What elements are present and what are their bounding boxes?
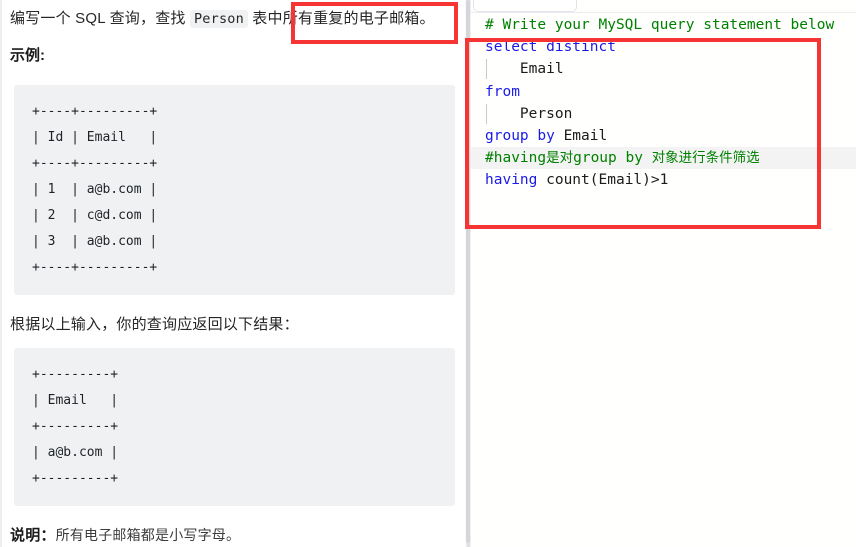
code-token: # Write your MySQL query statement below <box>485 17 835 33</box>
problem-description-pane[interactable]: 编写一个 SQL 查询，查找 Person 表中所有重复的电子邮箱。 示例: +… <box>0 0 465 547</box>
code-token: count(Email)>1 <box>537 172 669 189</box>
code-editor-lines[interactable]: # Write your MySQL query statement below… <box>471 14 856 547</box>
code-token: 是对 <box>546 150 574 167</box>
problem-statement-suffix: 表中所有重复的电子邮箱。 <box>247 10 435 27</box>
code-token: Email <box>485 61 564 78</box>
example-output-table: +---------+ | Email | +---------+ | a@b.… <box>14 348 455 506</box>
editor-top-divider <box>471 12 856 13</box>
example-heading: 示例: <box>10 47 45 64</box>
line-having[interactable]: having count(Email)>1 <box>471 169 856 191</box>
scrollbar-thumb[interactable] <box>466 0 470 543</box>
code-token: group by <box>573 150 652 167</box>
line-comment-having[interactable]: #having是对group by 对象进行条件筛选 <box>471 147 856 170</box>
code-token: 对象进行条件筛选 <box>651 150 760 167</box>
line-email-col[interactable]: Email <box>471 58 856 80</box>
line-comment-header[interactable]: # Write your MySQL query statement below <box>471 14 856 36</box>
expected-result-lead: 根据以上输入，你的查询应返回以下结果： <box>10 316 299 333</box>
code-token: having <box>485 172 538 189</box>
code-token: group by <box>485 127 555 144</box>
code-token: from <box>485 83 520 100</box>
code-token: select distinct <box>485 39 616 56</box>
indent-guide <box>486 103 487 124</box>
line-select-distinct[interactable]: select distinct <box>471 36 856 58</box>
app-root: 编写一个 SQL 查询，查找 Person 表中所有重复的电子邮箱。 示例: +… <box>0 0 856 547</box>
line-group-by[interactable]: group by Email <box>471 125 856 147</box>
example-input-table: +----+---------+ | Id | Email | +----+--… <box>14 85 455 295</box>
problem-statement: 编写一个 SQL 查询，查找 Person 表中所有重复的电子邮箱。 <box>10 2 435 32</box>
indent-guide <box>486 59 487 80</box>
problem-statement-prefix: 编写一个 SQL 查询，查找 <box>10 10 190 27</box>
line-person-table[interactable]: Person <box>471 103 856 125</box>
editor-tab[interactable] <box>473 0 577 12</box>
problem-note: 说明：所有电子邮箱都是小写字母。 <box>10 518 240 547</box>
code-editor-pane[interactable]: # Write your MySQL query statement below… <box>471 0 856 547</box>
line-from[interactable]: from <box>471 81 856 103</box>
problem-note-text: 所有电子邮箱都是小写字母。 <box>55 527 241 543</box>
code-token: #having <box>485 150 547 167</box>
problem-note-label: 说明： <box>10 527 56 544</box>
code-token: Email <box>554 127 608 144</box>
inline-code-person: Person <box>189 10 248 28</box>
code-token: Person <box>485 105 573 122</box>
